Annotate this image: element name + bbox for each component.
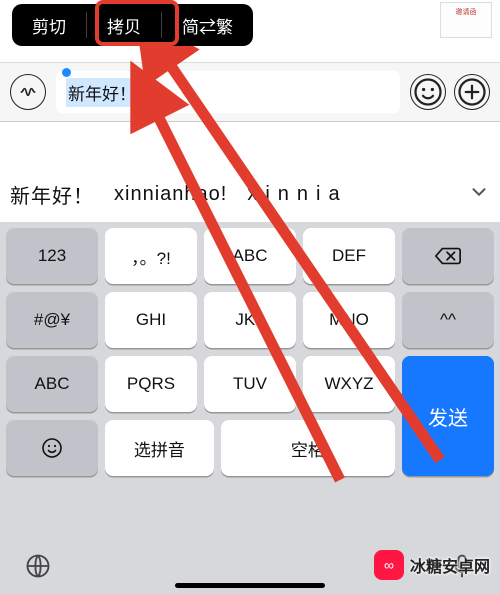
selection-handle-start[interactable] — [62, 68, 71, 77]
watermark-text: 冰糖安卓网 — [410, 553, 490, 577]
menu-cut[interactable]: 剪切 — [12, 4, 86, 46]
thumbnail-label: 邀请函 — [456, 7, 477, 17]
watermark-logo: ∞ — [374, 550, 404, 580]
menu-copy[interactable]: 拷贝 — [87, 4, 161, 46]
globe-button[interactable] — [24, 552, 52, 585]
context-menu: 剪切 拷贝 简⇄繁 — [12, 4, 253, 46]
home-indicator[interactable] — [175, 583, 325, 588]
annotation-arrow-2 — [110, 50, 390, 515]
candidate-1[interactable]: 新年好！ — [10, 180, 94, 209]
watermark: ∞ 冰糖安卓网 — [374, 550, 490, 580]
voice-button[interactable] — [10, 74, 46, 110]
key-symbols[interactable]: #@¥ — [6, 292, 98, 348]
key-abc-mode[interactable]: ABC — [6, 356, 98, 412]
globe-icon — [24, 552, 52, 580]
menu-simp-trad[interactable]: 简⇄繁 — [162, 4, 253, 46]
candidate-expand[interactable] — [468, 181, 490, 208]
key-123[interactable]: 123 — [6, 228, 98, 284]
key-emoji[interactable] — [6, 420, 98, 476]
emoji-icon — [40, 436, 64, 460]
